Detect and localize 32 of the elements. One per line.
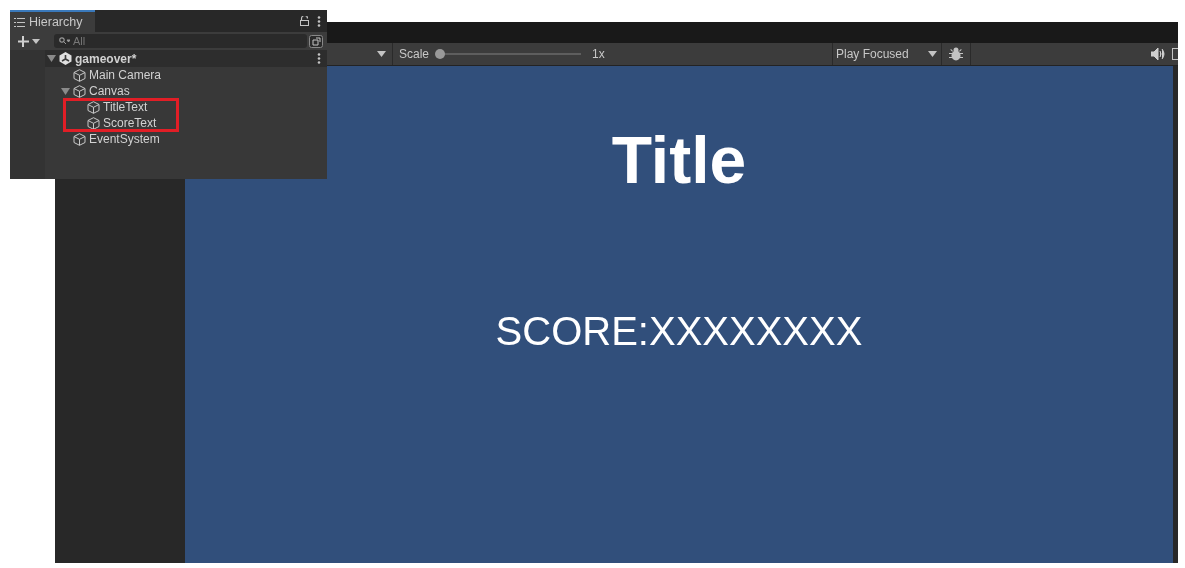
search-field[interactable]: All bbox=[54, 34, 307, 48]
expanded-arrow-icon[interactable] bbox=[47, 54, 56, 63]
object-name[interactable]: EventSystem bbox=[89, 132, 160, 146]
add-icon[interactable] bbox=[18, 35, 40, 47]
cube-icon bbox=[87, 100, 100, 114]
object-name[interactable]: Canvas bbox=[89, 84, 130, 98]
scene-name[interactable]: gameover* bbox=[75, 51, 137, 66]
layout-icon[interactable] bbox=[1172, 48, 1178, 60]
caret-icon bbox=[928, 51, 937, 57]
cube-icon bbox=[73, 68, 86, 82]
speaker-icon[interactable] bbox=[1151, 48, 1165, 60]
lock-icon[interactable] bbox=[300, 16, 309, 26]
bug-icon[interactable] bbox=[948, 46, 964, 62]
scale-value: 1x bbox=[592, 47, 605, 61]
title-text: Title bbox=[611, 127, 747, 193]
score-text: SCORE:XXXXXXXX bbox=[495, 311, 863, 351]
cube-icon bbox=[87, 116, 100, 130]
more-icon[interactable] bbox=[317, 53, 321, 64]
object-name[interactable]: Main Camera bbox=[89, 68, 162, 82]
hierarchy-tab[interactable]: Hierarchy bbox=[10, 10, 95, 32]
cube-icon bbox=[73, 132, 86, 146]
cube-icon bbox=[73, 84, 86, 98]
more-icon[interactable] bbox=[317, 15, 321, 27]
play-mode-dropdown[interactable]: Play Focused bbox=[832, 43, 942, 65]
search-icon bbox=[59, 37, 70, 45]
expanded-arrow-icon[interactable] bbox=[61, 86, 70, 96]
scale-label: Scale bbox=[399, 47, 430, 61]
scene-icon bbox=[59, 52, 72, 65]
object-name[interactable]: TitleText bbox=[103, 100, 148, 114]
caret-icon[interactable] bbox=[377, 51, 386, 57]
list-icon bbox=[14, 17, 25, 27]
object-name[interactable]: ScoreText bbox=[103, 116, 157, 130]
